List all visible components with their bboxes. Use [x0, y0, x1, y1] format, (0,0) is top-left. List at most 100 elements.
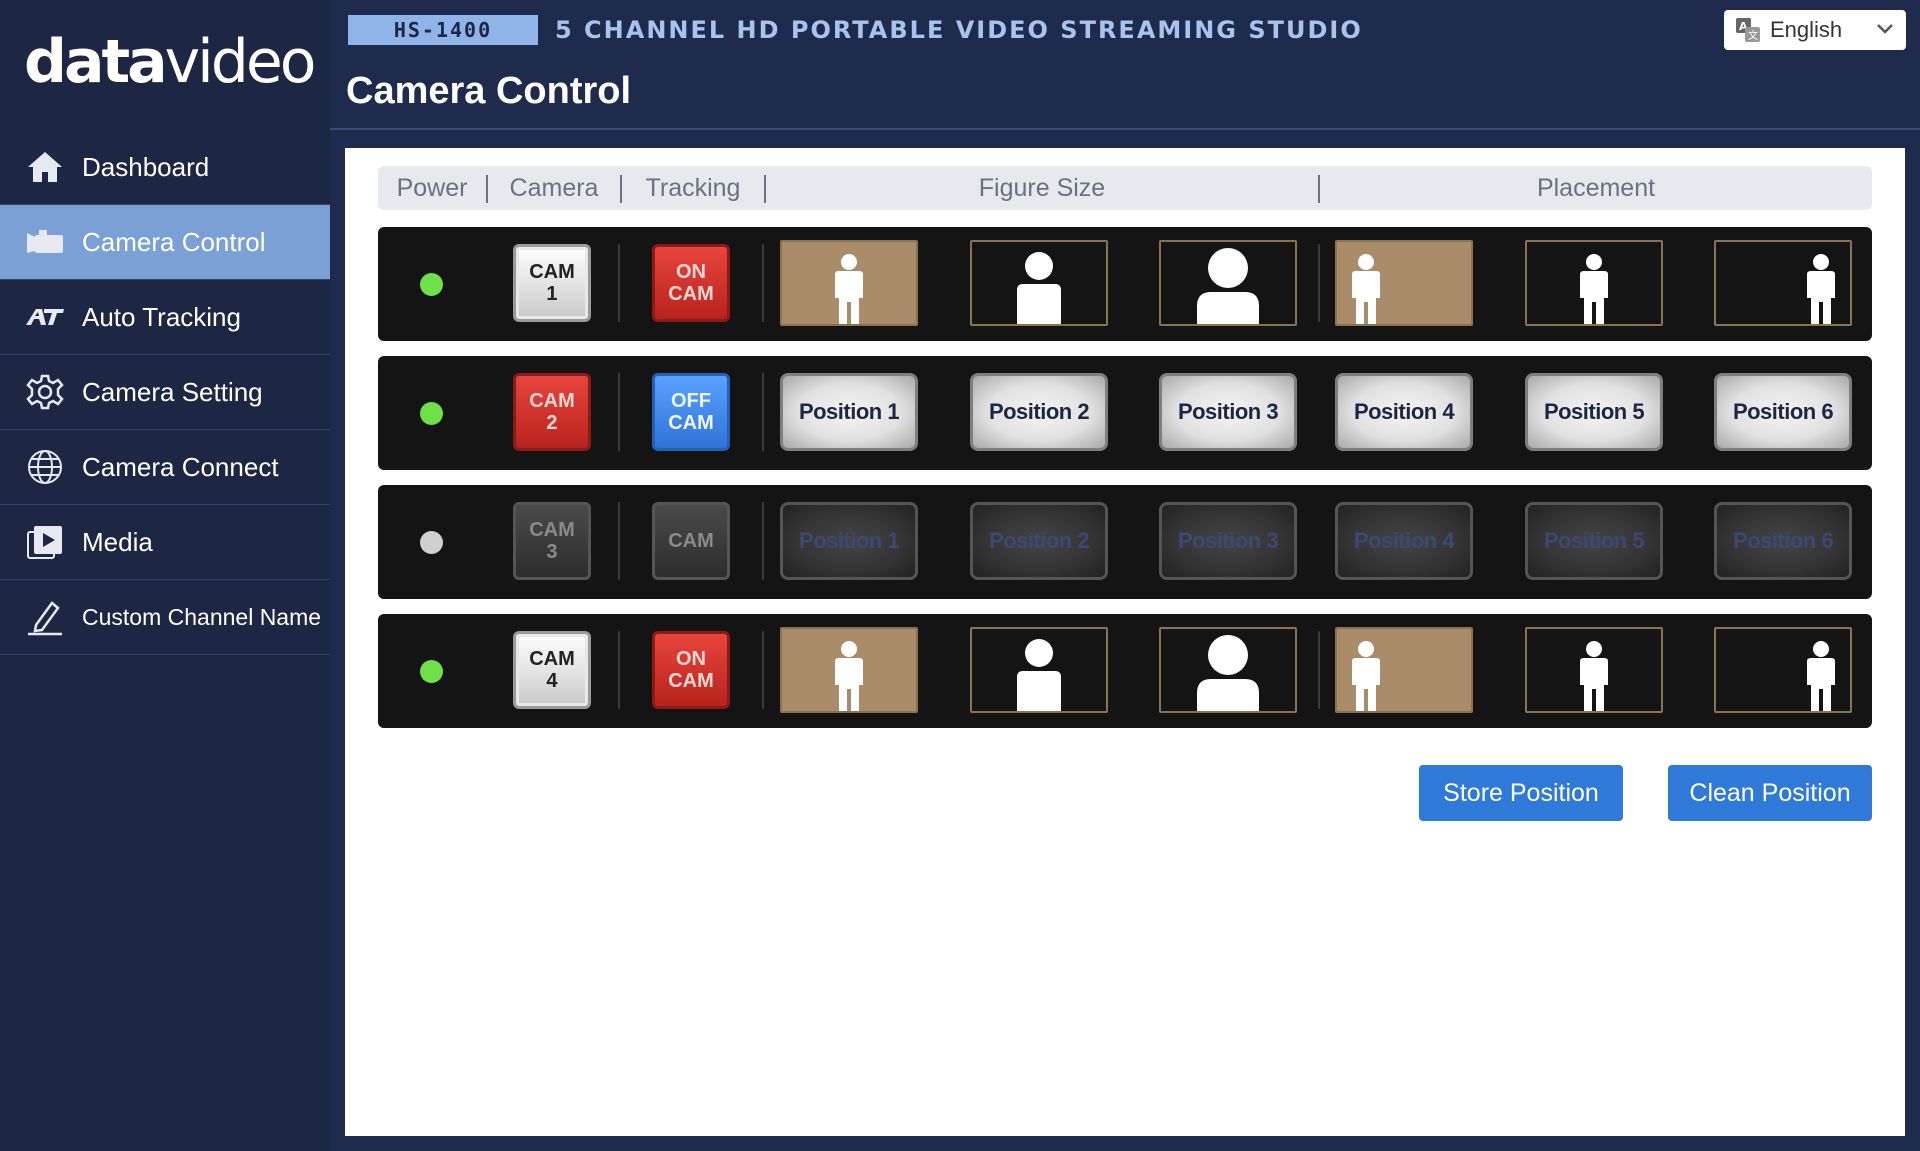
tracking-toggle-button[interactable]: OFF CAM: [652, 373, 730, 451]
gear-icon: [22, 372, 68, 412]
position-3-button[interactable]: Position 3: [1159, 502, 1297, 580]
svg-text:文: 文: [1748, 29, 1758, 42]
home-icon: [22, 147, 68, 187]
tracking-toggle-button[interactable]: ON CAM: [652, 631, 730, 709]
camera-select-button[interactable]: CAM 3: [513, 502, 591, 580]
figure-size-bust-button[interactable]: [1159, 240, 1297, 326]
position-5-button[interactable]: Position 5: [1525, 502, 1663, 580]
column-camera: Camera: [509, 174, 599, 202]
media-play-icon: [22, 522, 68, 562]
placement-center-button[interactable]: [1525, 627, 1663, 713]
camera-select-button[interactable]: CAM 2: [513, 373, 591, 451]
position-6-button[interactable]: Position 6: [1714, 373, 1852, 451]
divider: [1318, 631, 1320, 709]
divider: [618, 502, 620, 580]
sidebar-item-label: Media: [82, 526, 153, 557]
person-medium-icon: [1017, 639, 1061, 711]
camera-row-2: CAM 2 OFF CAM Position 1 Position 2 Posi…: [378, 356, 1872, 470]
person-center-icon: [1580, 254, 1608, 324]
camera-select-button[interactable]: CAM 1: [513, 244, 591, 322]
figure-size-half-button[interactable]: [970, 240, 1108, 326]
divider: [618, 373, 620, 451]
divider: [618, 631, 620, 709]
placement-right-button[interactable]: [1714, 627, 1852, 713]
translate-icon: A文: [1736, 18, 1760, 42]
top-header: HS-1400 5 CHANNEL HD PORTABLE VIDEO STRE…: [330, 0, 1920, 130]
figure-size-half-button[interactable]: [970, 627, 1108, 713]
power-indicator[interactable]: [420, 402, 443, 425]
sidebar-item-label: Custom Channel Name: [82, 603, 322, 630]
sidebar-item-label: Camera Setting: [82, 376, 263, 407]
position-6-button[interactable]: Position 6: [1714, 502, 1852, 580]
store-position-button[interactable]: Store Position: [1419, 765, 1623, 821]
person-small-icon: [835, 254, 863, 324]
position-2-button[interactable]: Position 2: [970, 373, 1108, 451]
language-select[interactable]: A文 English: [1724, 10, 1906, 50]
sidebar-item-label: Camera Connect: [82, 451, 279, 482]
position-4-button[interactable]: Position 4: [1335, 502, 1473, 580]
page-title: Camera Control: [346, 70, 632, 112]
power-indicator[interactable]: [420, 660, 443, 683]
person-left-icon: [1352, 641, 1380, 711]
person-right-icon: [1807, 254, 1835, 324]
sidebar-item-camera-connect[interactable]: Camera Connect: [0, 430, 330, 505]
pencil-icon: [22, 597, 68, 637]
camera-select-button[interactable]: CAM 4: [513, 631, 591, 709]
person-medium-icon: [1017, 252, 1061, 324]
person-small-icon: [835, 641, 863, 711]
position-1-button[interactable]: Position 1: [780, 502, 918, 580]
tracking-toggle-button[interactable]: CAM: [652, 502, 730, 580]
position-3-button[interactable]: Position 3: [1159, 373, 1297, 451]
divider: [762, 631, 764, 709]
placement-right-button[interactable]: [1714, 240, 1852, 326]
sidebar-item-label: Camera Control: [82, 226, 266, 257]
camera-icon: [22, 222, 68, 262]
placement-center-button[interactable]: [1525, 240, 1663, 326]
sidebar-item-camera-control[interactable]: Camera Control: [0, 205, 330, 280]
sidebar-item-label: Dashboard: [82, 151, 210, 182]
figure-size-bust-button[interactable]: [1159, 627, 1297, 713]
camera-control-panel: Power Camera Tracking Figure Size Placem…: [345, 148, 1905, 1136]
camera-row-3: CAM 3 CAM Position 1 Position 2 Position…: [378, 485, 1872, 599]
divider: [1318, 244, 1320, 322]
language-value: English: [1770, 17, 1843, 42]
column-header: Power Camera Tracking Figure Size Placem…: [378, 166, 1872, 210]
power-indicator[interactable]: [420, 273, 443, 296]
sidebar-item-camera-setting[interactable]: Camera Setting: [0, 355, 330, 430]
placement-left-button[interactable]: [1335, 627, 1473, 713]
figure-size-full-button[interactable]: [780, 627, 918, 713]
person-right-icon: [1807, 641, 1835, 711]
position-1-button[interactable]: Position 1: [780, 373, 918, 451]
divider: [762, 373, 764, 451]
studio-title: 5 CHANNEL HD PORTABLE VIDEO STREAMING ST…: [555, 16, 1363, 44]
placement-left-button[interactable]: [1335, 240, 1473, 326]
person-large-icon: [1197, 248, 1259, 324]
chevron-down-icon: [1877, 24, 1893, 34]
divider: [618, 244, 620, 322]
sidebar-item-custom-channel-name[interactable]: Custom Channel Name: [0, 580, 330, 655]
person-left-icon: [1352, 254, 1380, 324]
clean-position-button[interactable]: Clean Position: [1668, 765, 1872, 821]
divider: [762, 244, 764, 322]
person-center-icon: [1580, 641, 1608, 711]
datavideo-logo: datavideo: [24, 27, 316, 97]
sidebar-item-dashboard[interactable]: Dashboard: [0, 130, 330, 205]
column-figure-size: Figure Size: [978, 174, 1106, 202]
position-4-button[interactable]: Position 4: [1335, 373, 1473, 451]
figure-size-full-button[interactable]: [780, 240, 918, 326]
column-placement: Placement: [1536, 174, 1656, 202]
column-tracking: Tracking: [645, 174, 741, 202]
globe-icon: [22, 447, 68, 487]
at-icon: [22, 297, 68, 337]
person-large-icon: [1197, 635, 1259, 711]
sidebar: datavideo Dashboard Camera Control Auto …: [0, 0, 330, 1151]
camera-row-4: CAM 4 ON CAM: [378, 614, 1872, 728]
sidebar-item-label: Auto Tracking: [82, 301, 241, 332]
camera-row-1: CAM 1 ON CAM: [378, 227, 1872, 341]
position-2-button[interactable]: Position 2: [970, 502, 1108, 580]
tracking-toggle-button[interactable]: ON CAM: [652, 244, 730, 322]
sidebar-item-auto-tracking[interactable]: Auto Tracking: [0, 280, 330, 355]
position-5-button[interactable]: Position 5: [1525, 373, 1663, 451]
power-indicator[interactable]: [420, 531, 443, 554]
sidebar-item-media[interactable]: Media: [0, 505, 330, 580]
